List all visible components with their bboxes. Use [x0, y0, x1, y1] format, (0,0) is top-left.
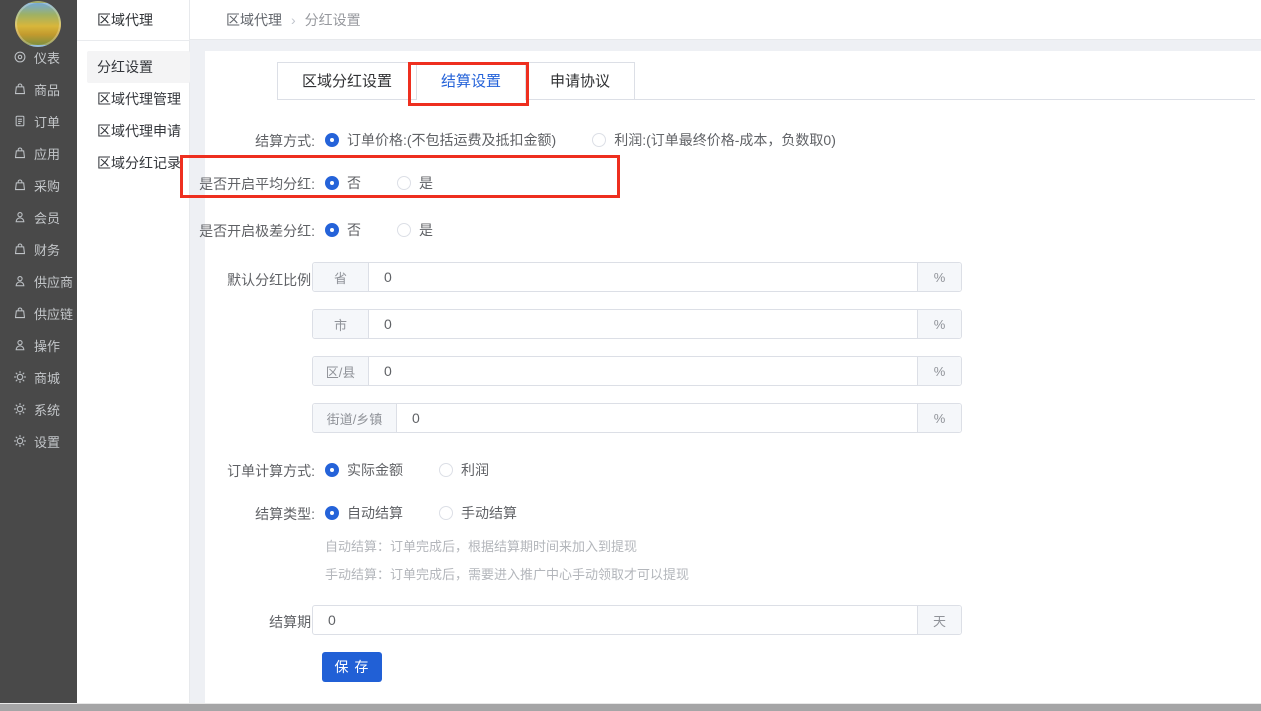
bag-icon — [13, 306, 27, 320]
sidebar-item-system[interactable]: 系统 — [0, 393, 77, 425]
radio-order-price[interactable]: 订单价格:(不包括运费及抵扣金额) — [325, 130, 556, 150]
input-prefix: 市 — [313, 310, 369, 338]
radio-unchecked-icon — [439, 463, 453, 477]
radio-unchecked-icon — [439, 506, 453, 520]
scrollbar-thumb[interactable] — [0, 704, 1261, 711]
breadcrumb-separator-icon: › — [291, 12, 296, 28]
radio-order-profit[interactable]: 利润 — [439, 460, 489, 480]
radio-range-no[interactable]: 否 — [325, 220, 361, 240]
radio-unchecked-icon — [397, 223, 411, 237]
settle-method-label: 结算方式: — [0, 131, 315, 151]
radio-checked-icon — [325, 223, 339, 237]
breadcrumb-parent[interactable]: 区域代理 — [226, 10, 282, 30]
range-dividend-label: 是否开启极差分红: — [0, 221, 315, 241]
sidebar-item-dashboard[interactable]: 仪表 — [0, 41, 77, 73]
order-calc-label: 订单计算方式: — [0, 461, 315, 481]
submenu-divider — [77, 40, 190, 41]
dashboard-icon — [13, 50, 27, 64]
submenu-item-agent-management[interactable]: 区域代理管理 — [77, 83, 190, 115]
main-nav: 仪表 商品 订单 应用 采购 会员 财务 供应商 供应链 操作 商城 系统 设置 — [0, 41, 77, 457]
admin-app: 仪表 商品 订单 应用 采购 会员 财务 供应商 供应链 操作 商城 系统 设置… — [0, 0, 1261, 711]
ratio-input-group-district: 区/县 % — [312, 356, 962, 386]
tab-settlement-settings[interactable]: 结算设置 — [417, 62, 526, 100]
submenu-title: 区域代理 — [97, 0, 153, 40]
tab-region-dividend-settings[interactable]: 区域分红设置 — [277, 62, 417, 100]
gear-icon — [13, 370, 27, 384]
tab-application-agreement[interactable]: 申请协议 — [526, 62, 635, 100]
main-sidebar: 仪表 商品 订单 应用 采购 会员 财务 供应商 供应链 操作 商城 系统 设置 — [0, 0, 77, 711]
manual-settle-help: 手动结算：订单完成后，需要进入推广中心手动领取才可以提现 — [325, 564, 689, 583]
input-suffix: % — [917, 263, 961, 291]
radio-checked-icon — [325, 463, 339, 477]
sidebar-item-mall[interactable]: 商城 — [0, 361, 77, 393]
breadcrumb: 区域代理 › 分红设置 — [226, 0, 361, 40]
ratio-input-province[interactable] — [369, 263, 917, 291]
person-icon — [13, 338, 27, 352]
radio-unchecked-icon — [592, 133, 606, 147]
tabs: 区域分红设置 结算设置 申请协议 — [277, 62, 635, 100]
settle-period-input[interactable] — [313, 606, 917, 634]
breadcrumb-current: 分红设置 — [305, 10, 361, 30]
radio-checked-icon — [325, 133, 339, 147]
submenu-list: 分红设置 区域代理管理 区域代理申请 区域分红记录 — [77, 51, 190, 179]
radio-auto-settle[interactable]: 自动结算 — [325, 503, 403, 523]
ratio-input-group-city: 市 % — [312, 309, 962, 339]
radio-checked-icon — [325, 176, 339, 190]
settle-period-label: 结算期: — [0, 612, 315, 632]
radio-avg-yes[interactable]: 是 — [397, 173, 433, 193]
input-prefix: 区/县 — [313, 357, 369, 385]
bag-icon — [13, 82, 27, 96]
radio-checked-icon — [325, 506, 339, 520]
gear-icon — [13, 434, 27, 448]
settle-period-group: 天 — [312, 605, 962, 635]
avg-dividend-label: 是否开启平均分红: — [0, 174, 315, 194]
gear-icon — [13, 402, 27, 416]
ratio-input-city[interactable] — [369, 310, 917, 338]
ratio-input-district[interactable] — [369, 357, 917, 385]
input-suffix: 天 — [917, 606, 961, 634]
secondary-sidebar: 区域代理 分红设置 区域代理管理 区域代理申请 区域分红记录 — [77, 0, 190, 711]
save-button[interactable]: 保 存 — [322, 652, 382, 682]
input-suffix: % — [917, 357, 961, 385]
input-suffix: % — [917, 404, 961, 432]
sidebar-item-supply-chain[interactable]: 供应链 — [0, 297, 77, 329]
document-icon — [13, 114, 27, 128]
radio-manual-settle[interactable]: 手动结算 — [439, 503, 517, 523]
radio-avg-no[interactable]: 否 — [325, 173, 361, 193]
radio-unchecked-icon — [397, 176, 411, 190]
submenu-item-dividend-settings[interactable]: 分红设置 — [87, 51, 190, 83]
auto-settle-help: 自动结算：订单完成后，根据结算期时间来加入到提现 — [325, 536, 637, 555]
input-prefix: 街道/乡镇 — [313, 404, 397, 432]
radio-range-yes[interactable]: 是 — [397, 220, 433, 240]
sidebar-item-goods[interactable]: 商品 — [0, 73, 77, 105]
ratio-input-street[interactable] — [397, 404, 917, 432]
horizontal-scrollbar[interactable] — [0, 703, 1261, 711]
input-prefix: 省 — [313, 263, 369, 291]
radio-profit[interactable]: 利润:(订单最终价格-成本，负数取0) — [592, 130, 836, 150]
default-ratio-label: 默认分红比例: — [0, 270, 315, 290]
bag-icon — [13, 242, 27, 256]
settle-type-label: 结算类型: — [0, 504, 315, 524]
input-suffix: % — [917, 310, 961, 338]
ratio-input-group-province: 省 % — [312, 262, 962, 292]
radio-actual-amount[interactable]: 实际金额 — [325, 460, 403, 480]
ratio-input-group-street: 街道/乡镇 % — [312, 403, 962, 433]
topbar: 区域代理 › 分红设置 — [190, 0, 1261, 40]
sidebar-item-operations[interactable]: 操作 — [0, 329, 77, 361]
sidebar-item-settings[interactable]: 设置 — [0, 425, 77, 457]
